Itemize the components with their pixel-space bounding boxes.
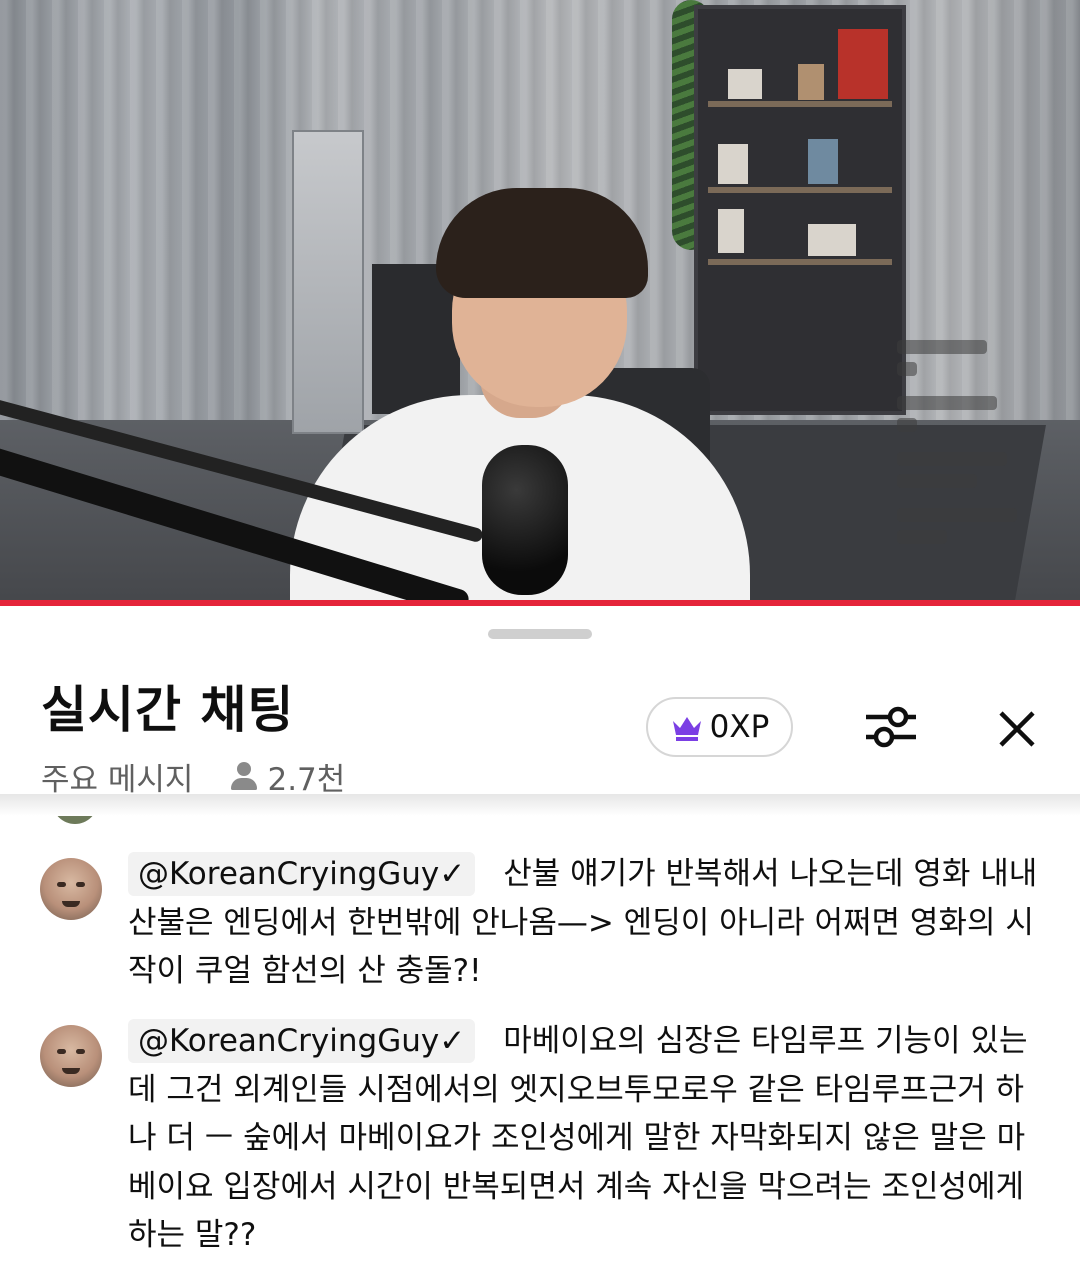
close-button[interactable] <box>996 708 1038 750</box>
xp-button[interactable]: 0XP <box>646 697 793 757</box>
video-player[interactable] <box>0 0 1080 606</box>
sliders-icon <box>866 706 916 748</box>
streamer-hair <box>436 188 648 298</box>
live-chat-panel: 실시간 채팅 주요 메시지 2.7천 0XP @KoreanCryingGuy✓… <box>0 606 1080 1275</box>
stream-chat-overlay <box>897 340 1027 575</box>
panel-title: 실시간 채팅 <box>41 681 295 739</box>
close-icon <box>999 711 1035 747</box>
header-divider <box>0 794 1080 816</box>
viewer-count-label: 2.7천 <box>267 762 346 798</box>
author-name[interactable]: @KoreanCryingGuy✓ <box>128 1019 476 1063</box>
xp-label: 0XP <box>709 709 770 745</box>
person-icon <box>231 761 258 792</box>
microphone <box>482 445 568 595</box>
drag-handle[interactable] <box>488 629 592 639</box>
bookshelf <box>694 5 906 415</box>
crown-icon <box>672 717 701 741</box>
chat-settings-button[interactable] <box>864 704 918 750</box>
avatar[interactable] <box>40 1025 102 1087</box>
chat-message-list[interactable]: @KoreanCryingGuy✓ 산불 얘기가 반복해서 나오는데 영화 내내 … <box>0 816 1080 1275</box>
viewer-count: 2.7천 <box>231 754 345 799</box>
chat-filter-dropdown[interactable]: 주요 메시지 <box>41 754 193 799</box>
avatar <box>52 816 98 824</box>
metal-rack <box>292 130 364 434</box>
author-name[interactable]: @KoreanCryingGuy✓ <box>128 852 476 896</box>
chat-subtitle: 주요 메시지 2.7천 <box>41 754 345 799</box>
avatar[interactable] <box>40 858 102 920</box>
